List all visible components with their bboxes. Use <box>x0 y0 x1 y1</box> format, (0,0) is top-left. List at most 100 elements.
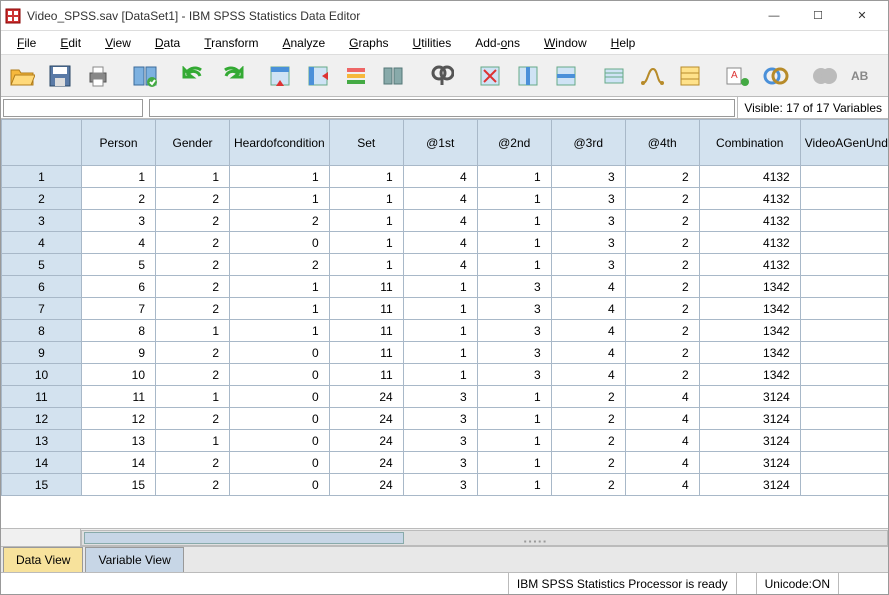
data-cell[interactable]: 11 <box>329 364 403 386</box>
data-cell[interactable]: 24 <box>329 430 403 452</box>
data-cell[interactable]: 2 <box>156 298 230 320</box>
data-cell[interactable]: 0 <box>230 430 330 452</box>
data-cell[interactable]: 1 <box>329 210 403 232</box>
grid-corner[interactable] <box>2 120 82 166</box>
data-cell[interactable]: 4 <box>625 386 699 408</box>
row-header[interactable]: 13 <box>2 430 82 452</box>
menu-transform[interactable]: Transform <box>194 33 268 53</box>
row-header[interactable]: 11 <box>2 386 82 408</box>
data-cell[interactable]: 0 <box>230 232 330 254</box>
menu-analyze[interactable]: Analyze <box>272 33 335 53</box>
row-header[interactable]: 10 <box>2 364 82 386</box>
data-cell[interactable]: 1 <box>403 320 477 342</box>
tab-data-view[interactable]: Data View <box>3 547 83 572</box>
data-cell[interactable]: 3124 <box>699 386 800 408</box>
data-cell[interactable]: 5 <box>800 364 888 386</box>
data-cell[interactable]: 4 <box>625 474 699 496</box>
data-cell[interactable]: 2 <box>625 166 699 188</box>
data-cell[interactable]: 0 <box>230 342 330 364</box>
data-cell[interactable]: 11 <box>82 386 156 408</box>
data-cell[interactable]: 3 <box>477 364 551 386</box>
data-cell[interactable]: 2 <box>156 342 230 364</box>
data-cell[interactable]: 2 <box>625 342 699 364</box>
data-cell[interactable]: 2 <box>551 474 625 496</box>
data-cell[interactable]: 1 <box>230 166 330 188</box>
row-header[interactable]: 12 <box>2 408 82 430</box>
data-cell[interactable]: 2 <box>625 254 699 276</box>
data-cell[interactable]: 0 <box>230 408 330 430</box>
abc-icon[interactable] <box>807 59 841 93</box>
data-cell[interactable]: 2 <box>625 298 699 320</box>
data-cell[interactable]: 4 <box>403 166 477 188</box>
data-cell[interactable]: 2 <box>551 408 625 430</box>
data-cell[interactable]: 24 <box>329 474 403 496</box>
data-cell[interactable]: 5 <box>800 232 888 254</box>
data-cell[interactable]: 1 <box>156 320 230 342</box>
data-cell[interactable]: 4132 <box>699 188 800 210</box>
data-cell[interactable]: 4 <box>551 320 625 342</box>
data-cell[interactable]: 2 <box>625 210 699 232</box>
data-cell[interactable]: 3 <box>551 210 625 232</box>
data-cell[interactable]: 3124 <box>699 474 800 496</box>
data-cell[interactable]: 1 <box>477 474 551 496</box>
data-cell[interactable]: 2 <box>156 254 230 276</box>
data-cell[interactable]: 2 <box>230 210 330 232</box>
data-cell[interactable]: 2 <box>82 188 156 210</box>
cell-value-input[interactable] <box>149 99 735 117</box>
menu-graphs[interactable]: Graphs <box>339 33 398 53</box>
data-cell[interactable]: 2 <box>625 364 699 386</box>
data-cell[interactable]: 4 <box>82 232 156 254</box>
data-cell[interactable]: 5 <box>800 298 888 320</box>
data-cell[interactable]: 11 <box>329 298 403 320</box>
menu-help[interactable]: Help <box>601 33 646 53</box>
data-cell[interactable]: 3 <box>551 232 625 254</box>
data-cell[interactable]: 15 <box>82 474 156 496</box>
data-cell[interactable]: 1342 <box>699 298 800 320</box>
data-cell[interactable]: 1 <box>477 166 551 188</box>
abc2-icon[interactable]: AB <box>845 59 879 93</box>
data-cell[interactable]: 5 <box>800 188 888 210</box>
menu-file[interactable]: File <box>7 33 46 53</box>
data-cell[interactable]: 13 <box>82 430 156 452</box>
data-cell[interactable]: 4 <box>403 210 477 232</box>
data-cell[interactable]: 1 <box>329 254 403 276</box>
row-header[interactable]: 2 <box>2 188 82 210</box>
data-cell[interactable]: 4 <box>800 474 888 496</box>
data-cell[interactable]: 2 <box>156 210 230 232</box>
data-cell[interactable]: 1342 <box>699 364 800 386</box>
minimize-button[interactable]: — <box>752 2 796 30</box>
print-icon[interactable] <box>81 59 115 93</box>
data-cell[interactable]: 4132 <box>699 254 800 276</box>
data-cell[interactable]: 2 <box>551 430 625 452</box>
data-cell[interactable]: 1 <box>477 210 551 232</box>
data-cell[interactable]: 2 <box>551 452 625 474</box>
data-cell[interactable]: 7 <box>82 298 156 320</box>
data-cell[interactable]: 2 <box>156 364 230 386</box>
data-cell[interactable]: 4 <box>403 232 477 254</box>
column-header[interactable]: @3rd <box>551 120 625 166</box>
data-cell[interactable]: 3124 <box>699 430 800 452</box>
data-cell[interactable]: 1342 <box>699 342 800 364</box>
menu-view[interactable]: View <box>95 33 141 53</box>
data-cell[interactable]: 10 <box>82 364 156 386</box>
data-cell[interactable]: 1 <box>156 430 230 452</box>
data-cell[interactable]: 5 <box>82 254 156 276</box>
data-cell[interactable]: 6 <box>82 276 156 298</box>
data-cell[interactable]: 2 <box>230 254 330 276</box>
find-icon[interactable] <box>425 59 459 93</box>
cell-ref-input[interactable] <box>3 99 143 117</box>
data-cell[interactable]: 4132 <box>699 210 800 232</box>
column-header[interactable]: Gender <box>156 120 230 166</box>
data-cell[interactable]: 11 <box>329 276 403 298</box>
data-cell[interactable]: 1342 <box>699 320 800 342</box>
data-cell[interactable]: 2 <box>156 452 230 474</box>
data-cell[interactable]: 3 <box>477 276 551 298</box>
data-cell[interactable]: 2 <box>551 386 625 408</box>
data-cell[interactable]: 3 <box>82 210 156 232</box>
row-header[interactable]: 6 <box>2 276 82 298</box>
data-cell[interactable]: 3 <box>403 408 477 430</box>
value-labels-icon[interactable] <box>673 59 707 93</box>
row-header[interactable]: 15 <box>2 474 82 496</box>
data-cell[interactable]: 3 <box>403 452 477 474</box>
data-cell[interactable]: 1 <box>477 232 551 254</box>
